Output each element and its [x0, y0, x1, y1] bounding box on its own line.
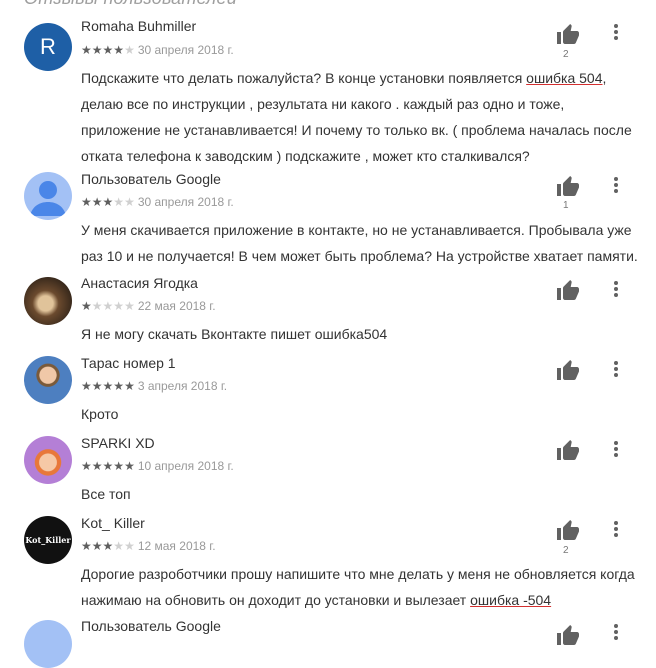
- star-filled-icon: ★: [81, 459, 92, 473]
- more-options-icon[interactable]: [606, 22, 626, 46]
- review-meta: ★★★★★ 22 мая 2018 г.: [81, 299, 216, 313]
- star-filled-icon: ★: [102, 379, 114, 393]
- reviewer-name[interactable]: Пользователь Google: [81, 171, 221, 187]
- more-options-icon[interactable]: [606, 279, 626, 303]
- star-empty-icon: ★: [124, 539, 135, 553]
- review-text: Крото: [81, 406, 119, 422]
- avatar[interactable]: [24, 620, 72, 668]
- review-meta: ★★★★★ 30 апреля 2018 г.: [81, 195, 234, 209]
- reviewer-name[interactable]: Анастасия Ягодка: [81, 275, 198, 291]
- thumbs-up-icon[interactable]: [556, 175, 580, 199]
- more-options-icon[interactable]: [606, 519, 626, 543]
- star-empty-icon: ★: [113, 195, 125, 209]
- avatar[interactable]: [24, 172, 72, 220]
- highlight-error: ошибка -504: [470, 592, 552, 608]
- star-filled-icon: ★: [102, 459, 114, 473]
- star-empty-icon: ★: [124, 195, 135, 209]
- reviewer-name[interactable]: Пользователь Google: [81, 618, 221, 634]
- avatar[interactable]: R: [24, 23, 72, 71]
- star-filled-icon: ★: [113, 43, 125, 57]
- star-empty-icon: ★: [91, 299, 103, 313]
- star-filled-icon: ★: [91, 43, 103, 57]
- star-filled-icon: ★: [102, 539, 114, 553]
- star-filled-icon: ★: [102, 43, 114, 57]
- star-filled-icon: ★: [102, 195, 114, 209]
- star-empty-icon: ★: [124, 299, 135, 313]
- like-count: 2: [563, 545, 569, 556]
- star-filled-icon: ★: [91, 379, 103, 393]
- more-options-icon[interactable]: [606, 439, 626, 463]
- review-date: 3 апреля 2018 г.: [137, 379, 228, 393]
- review-date: 12 мая 2018 г.: [137, 539, 216, 553]
- section-title: Отзывы пользователей: [24, 0, 237, 9]
- star-filled-icon: ★: [91, 195, 103, 209]
- star-filled-icon: ★: [91, 459, 103, 473]
- avatar[interactable]: [24, 277, 72, 325]
- review-meta: ★★★★★ 30 апреля 2018 г.: [81, 43, 234, 57]
- star-filled-icon: ★: [124, 459, 135, 473]
- star-empty-icon: ★: [124, 43, 135, 57]
- review-date: 30 апреля 2018 г.: [137, 43, 234, 57]
- thumbs-up-icon[interactable]: [556, 439, 580, 463]
- avatar[interactable]: [24, 356, 72, 404]
- star-empty-icon: ★: [113, 539, 125, 553]
- avatar-logo-text: Kot_Killer: [25, 535, 71, 545]
- more-options-icon[interactable]: [606, 359, 626, 383]
- star-filled-icon: ★: [81, 43, 92, 57]
- more-options-icon[interactable]: [606, 175, 626, 199]
- reviewer-name[interactable]: SPARKI XD: [81, 435, 155, 451]
- like-count: 2: [563, 49, 569, 60]
- highlight-error: ошибка 504: [526, 70, 603, 86]
- review-date: 22 мая 2018 г.: [137, 299, 216, 313]
- star-rating: ★★★★★: [81, 459, 135, 473]
- review-text: У меня скачивается приложение в контакте…: [81, 222, 638, 264]
- star-filled-icon: ★: [113, 379, 125, 393]
- review-date: 10 апреля 2018 г.: [137, 459, 234, 473]
- thumbs-up-icon[interactable]: [556, 624, 580, 648]
- review-meta: ★★★★★ 12 мая 2018 г.: [81, 539, 216, 553]
- thumbs-up-icon[interactable]: [556, 279, 580, 303]
- thumbs-up-icon[interactable]: [556, 519, 580, 543]
- reviewer-name[interactable]: Romaha Buhmiller: [81, 18, 196, 34]
- star-rating: ★★★★★: [81, 195, 135, 209]
- like-count: 1: [563, 200, 569, 211]
- default-user-icon: [30, 181, 66, 216]
- star-filled-icon: ★: [81, 299, 92, 313]
- review-text: Подскажите что делать пожалуйста? В конц…: [81, 70, 632, 164]
- review-date: 30 апреля 2018 г.: [137, 195, 234, 209]
- star-rating: ★★★★★: [81, 379, 135, 393]
- avatar[interactable]: [24, 436, 72, 484]
- star-rating: ★★★★★: [81, 43, 135, 57]
- reviewer-name[interactable]: Kot_ Killer: [81, 515, 145, 531]
- star-filled-icon: ★: [124, 379, 135, 393]
- star-filled-icon: ★: [113, 459, 125, 473]
- review-text: Я не могу скачать Вконтакте пишет ошибка…: [81, 326, 388, 342]
- star-filled-icon: ★: [81, 379, 92, 393]
- reviewer-name[interactable]: Тарас номер 1: [81, 355, 176, 371]
- review-meta: ★★★★★ 10 апреля 2018 г.: [81, 459, 234, 473]
- avatar-letter: R: [40, 34, 56, 59]
- star-empty-icon: ★: [102, 299, 114, 313]
- star-filled-icon: ★: [91, 539, 103, 553]
- star-rating: ★★★★★: [81, 539, 135, 553]
- star-filled-icon: ★: [81, 195, 92, 209]
- star-rating: ★★★★★: [81, 299, 135, 313]
- review-text: Дорогие разроботчики прошу напишите что …: [81, 566, 635, 608]
- more-options-icon[interactable]: [606, 622, 626, 646]
- avatar[interactable]: Kot_Killer: [24, 516, 72, 564]
- thumbs-up-icon[interactable]: [556, 23, 580, 47]
- thumbs-up-icon[interactable]: [556, 359, 580, 383]
- review-meta: ★★★★★ 3 апреля 2018 г.: [81, 379, 227, 393]
- star-filled-icon: ★: [81, 539, 92, 553]
- review-text: Все топ: [81, 486, 131, 502]
- star-empty-icon: ★: [113, 299, 125, 313]
